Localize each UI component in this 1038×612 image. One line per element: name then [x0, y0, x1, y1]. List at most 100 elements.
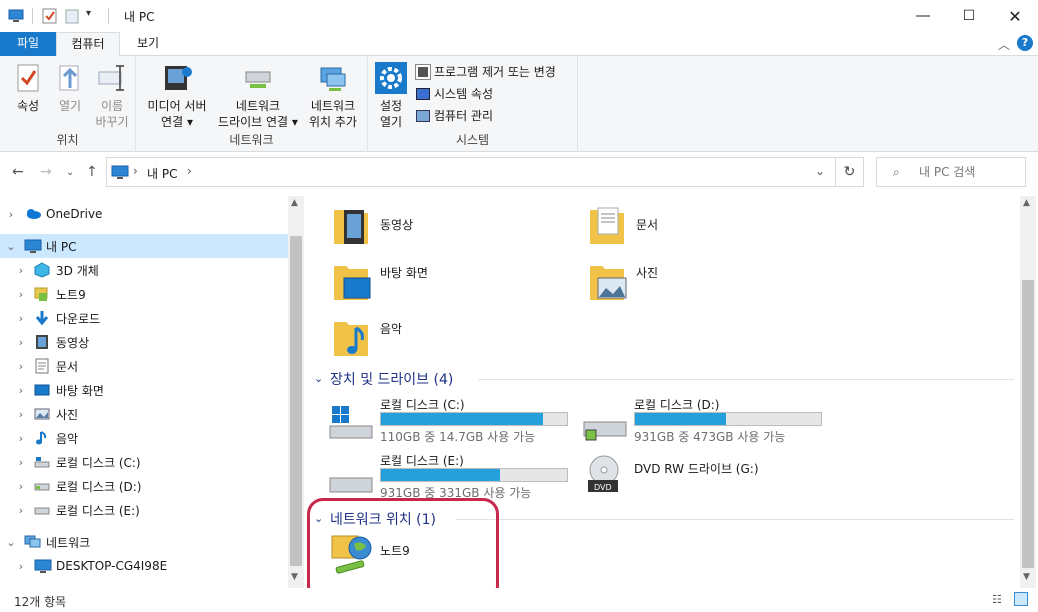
nav-item-drive-d[interactable]: › 로컬 디스크 (D:) [0, 474, 288, 498]
nav-item-music[interactable]: › 음악 [0, 426, 288, 450]
nav-item-drive-c[interactable]: › 로컬 디스크 (C:) [0, 450, 288, 474]
tab-file[interactable]: 파일 [0, 32, 56, 56]
scroll-down-icon[interactable]: ▼ [1023, 572, 1030, 582]
uninstall-program-button[interactable]: 프로그램 제거 또는 변경 [415, 62, 556, 82]
nav-item-pictures[interactable]: › 사진 [0, 402, 288, 426]
scroll-down-icon[interactable]: ▼ [291, 572, 298, 582]
content-scrollbar[interactable]: ▲ ▼ [1020, 196, 1036, 588]
search-box[interactable]: ⌕ 내 PC 검색 [876, 157, 1026, 187]
desktop-icon [34, 382, 52, 398]
ribbon: 속성 열기 이름 바꾸기 위치 미디어 서버 연결 ▾ 네트워크 드라이브 연결… [0, 56, 1038, 152]
media-server-button[interactable]: 미디어 서버 연결 ▾ [142, 62, 212, 130]
forward-arrow-icon[interactable]: → [40, 164, 52, 180]
rename-button[interactable]: 이름 바꾸기 [92, 62, 132, 130]
scroll-up-icon[interactable]: ▲ [1023, 198, 1030, 208]
drive-d-usage-bar [634, 412, 822, 426]
expand-chevron-icon[interactable]: › [14, 384, 28, 397]
expand-chevron-icon[interactable]: › [4, 208, 18, 221]
add-network-location-button[interactable]: 네트워크 위치 추가 [302, 62, 364, 130]
breadcrumb-chevron-icon[interactable]: › [133, 164, 138, 178]
location-group-label: 위치 [56, 133, 79, 147]
open-icon [54, 62, 86, 94]
computer-management-button[interactable]: 컴퓨터 관리 [416, 106, 493, 126]
dvd-icon: DVD [582, 454, 628, 499]
up-arrow-icon[interactable]: ↑ [86, 164, 98, 180]
nav-item-drive-e[interactable]: › 로컬 디스크 (E:) [0, 498, 288, 522]
dvd-drive-g[interactable]: DVD DVD RW 드라이브 (G:) [582, 452, 832, 502]
expand-chevron-icon[interactable]: › [14, 456, 28, 469]
open-button[interactable]: 열기 [50, 62, 90, 114]
nav-scroll-thumb[interactable] [290, 236, 302, 566]
expand-chevron-icon[interactable]: › [14, 288, 28, 301]
video-icon [34, 334, 52, 350]
folder-documents[interactable]: 문서 [588, 204, 788, 248]
address-history-chevron-icon[interactable]: ⌄ [815, 164, 825, 178]
content-scroll-thumb[interactable] [1022, 280, 1034, 568]
expand-chevron-icon[interactable]: › [14, 408, 28, 421]
media-server-icon [161, 62, 193, 94]
drive-c[interactable]: 로컬 디스크 (C:) 110GB 중 14.7GB 사용 가능 [328, 396, 578, 446]
nav-item-videos[interactable]: › 동영상 [0, 330, 288, 354]
expand-chevron-icon[interactable]: › [14, 360, 28, 373]
close-button[interactable]: ✕ [992, 0, 1038, 32]
tab-computer[interactable]: 컴퓨터 [56, 32, 120, 57]
map-network-drive-button[interactable]: 네트워크 드라이브 연결 ▾ [216, 62, 300, 130]
status-bar: 12개 항목 ☷ [0, 588, 1038, 612]
properties-check-icon[interactable] [42, 8, 58, 24]
address-bar[interactable]: › 내 PC › ⌄ [106, 157, 836, 187]
nav-item-this-pc[interactable]: ⌄ 내 PC [0, 234, 288, 258]
large-icons-view-icon[interactable] [1014, 592, 1028, 606]
expand-chevron-icon[interactable]: › [14, 504, 28, 517]
collapse-chevron-icon[interactable]: ⌄ [4, 240, 18, 253]
nav-scrollbar[interactable]: ▲ ▼ [288, 196, 304, 588]
download-icon [34, 310, 52, 326]
expand-chevron-icon[interactable]: › [14, 312, 28, 325]
section-divider [456, 519, 1014, 520]
nav-item-downloads[interactable]: › 다운로드 [0, 306, 288, 330]
drive-e[interactable]: 로컬 디스크 (E:) 931GB 중 331GB 사용 가능 [328, 452, 578, 502]
scroll-up-icon[interactable]: ▲ [291, 198, 298, 208]
expand-chevron-icon[interactable]: › [14, 264, 28, 277]
breadcrumb-this-pc[interactable]: 내 PC [147, 165, 177, 182]
help-icon[interactable]: ? [1017, 35, 1033, 51]
folder-music[interactable]: 음악 [332, 316, 532, 360]
minimize-button[interactable]: ― [900, 0, 946, 32]
breadcrumb-chevron-icon[interactable]: › [187, 164, 192, 178]
folder-desktop[interactable]: 바탕 화면 [332, 260, 532, 304]
expand-chevron-icon[interactable]: › [14, 560, 28, 573]
folder-pictures[interactable]: 사진 [588, 260, 788, 304]
details-view-icon[interactable]: ☷ [992, 593, 1002, 606]
open-settings-button[interactable]: 설정 열기 [372, 62, 410, 130]
tab-view[interactable]: 보기 [124, 32, 172, 56]
cube-icon [34, 262, 52, 278]
collapse-chevron-icon[interactable]: ⌄ [4, 536, 18, 549]
devices-section-header[interactable]: 장치 및 드라이브 (4) [330, 369, 453, 389]
back-arrow-icon[interactable]: ← [12, 164, 24, 180]
nav-item-3d-objects[interactable]: › 3D 개체 [0, 258, 288, 282]
properties-button[interactable]: 속성 [8, 62, 48, 114]
recent-locations-chevron-icon[interactable]: ⌄ [66, 167, 74, 178]
location-group: 속성 열기 이름 바꾸기 위치 [0, 56, 136, 152]
nav-item-desktop[interactable]: › 바탕 화면 [0, 378, 288, 402]
customize-toolbar-chevron-icon[interactable]: ▾ [86, 8, 102, 24]
system-properties-button[interactable]: 시스템 속성 [416, 84, 493, 104]
maximize-button[interactable]: ☐ [946, 0, 992, 32]
drive-icon [34, 454, 52, 470]
nav-item-network[interactable]: ⌄ 네트워크 [0, 530, 288, 554]
nav-item-onedrive[interactable]: › OneDrive [0, 202, 288, 226]
expand-chevron-icon[interactable]: › [14, 480, 28, 493]
expand-chevron-icon[interactable]: › [14, 432, 28, 445]
system-group-label: 시스템 [455, 133, 490, 147]
nav-item-desktop-cg4i98e[interactable]: › DESKTOP-CG4I98E [0, 554, 288, 578]
expand-chevron-icon[interactable]: › [14, 336, 28, 349]
drive-icon [34, 502, 52, 518]
refresh-button[interactable]: ↻ [836, 157, 864, 187]
drive-d[interactable]: 로컬 디스크 (D:) 931GB 중 473GB 사용 가능 [582, 396, 832, 446]
new-folder-icon[interactable] [64, 8, 80, 24]
section-collapse-chevron-icon[interactable]: ⌄ [314, 372, 323, 385]
folder-videos[interactable]: 동영상 [332, 204, 532, 248]
nav-item-documents[interactable]: › 문서 [0, 354, 288, 378]
collapse-ribbon-icon[interactable]: ︿ [998, 36, 1010, 53]
red-highlight-outline [307, 498, 499, 602]
nav-item-note9[interactable]: › 노트9 [0, 282, 288, 306]
